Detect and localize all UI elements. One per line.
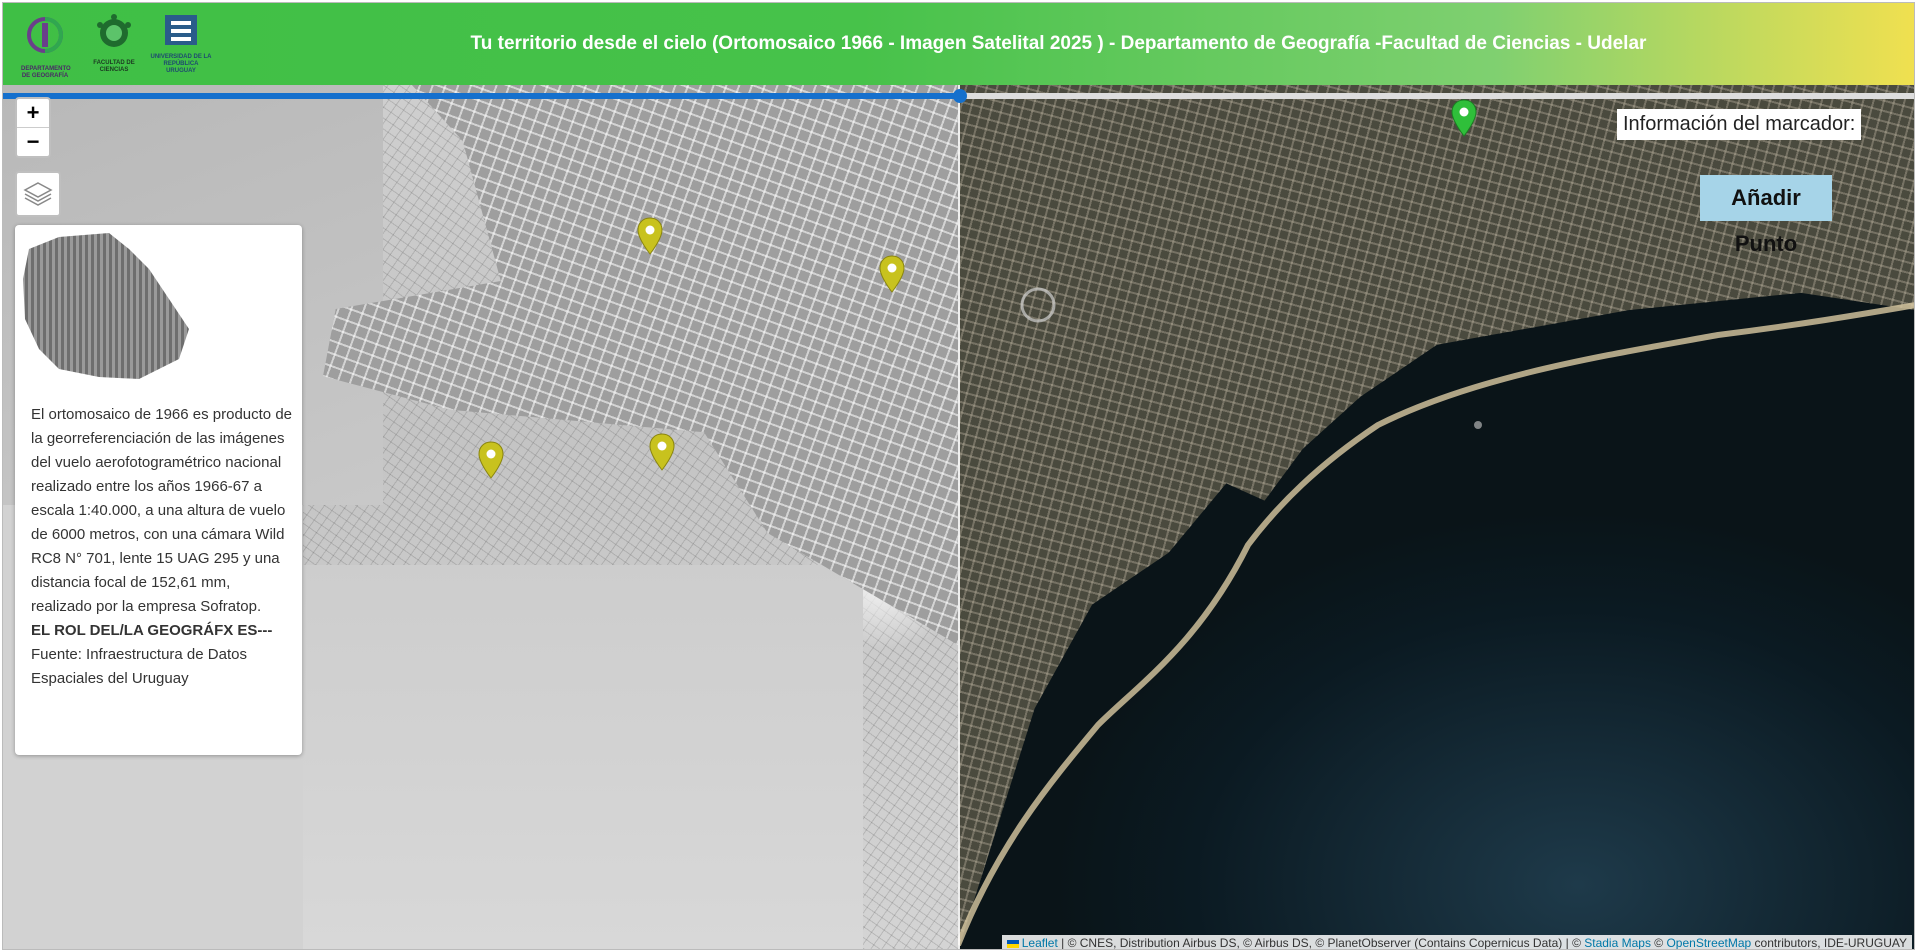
- logo-caption: DEPARTAMENTO DE GEOGRAFÍA: [21, 66, 71, 79]
- source-text: Fuente: Infraestructura de Datos Espacia…: [31, 646, 247, 687]
- attribution-text: ©: [1650, 936, 1667, 950]
- zoom-control: + −: [15, 97, 51, 158]
- leaflet-link[interactable]: Leaflet: [1022, 936, 1058, 949]
- city-area: [323, 85, 958, 645]
- openstreetmap-link[interactable]: OpenStreetMap: [1666, 936, 1751, 949]
- info-panel: El ortomosaico de 1966 es producto de la…: [15, 225, 302, 755]
- zoom-out-button[interactable]: −: [17, 128, 49, 156]
- departamento-geografia-logo: DEPARTAMENTO DE GEOGRAFÍA: [21, 11, 71, 79]
- uruguay-map-thumbnail: [23, 233, 189, 379]
- compare-slider-handle[interactable]: [953, 89, 967, 103]
- attribution-text: contributors, IDE-URUGUAY: [1751, 936, 1907, 950]
- map-container[interactable]: + − El ortomosaico de 1966 es producto d…: [3, 85, 1914, 950]
- logo-caption: FACULTAD DE CIENCIAS: [93, 60, 135, 73]
- marker-info-label: Información del marcador:: [1617, 109, 1862, 140]
- river-area: [303, 565, 863, 949]
- stadia-maps-link[interactable]: Stadia Maps: [1584, 936, 1651, 949]
- map-marker-yellow[interactable]: [478, 441, 504, 479]
- compare-divider[interactable]: [958, 85, 960, 949]
- attribution-text: | © CNES, Distribution Airbus DS, © Airb…: [1057, 936, 1585, 950]
- compare-slider-fill: [3, 93, 960, 99]
- add-point-button[interactable]: Añadir Punto: [1700, 175, 1832, 256]
- rol-geografx-heading: EL ROL DEL/LA GEOGRÁFX ES---: [31, 622, 273, 639]
- facultad-ciencias-logo: FACULTAD DE CIENCIAS: [91, 11, 137, 77]
- zoom-in-button[interactable]: +: [17, 99, 49, 128]
- map-marker-yellow[interactable]: [649, 433, 675, 471]
- ukraine-flag-icon: [1006, 939, 1019, 948]
- info-text: El ortomosaico de 1966 es producto de la…: [31, 403, 293, 691]
- logo-caption: UNIVERSIDAD DE LA REPÚBLICA URUGUAY: [150, 54, 212, 74]
- map-attribution: Leaflet | © CNES, Distribution Airbus DS…: [1001, 935, 1912, 950]
- map-marker-yellow[interactable]: [637, 217, 663, 255]
- map-marker-yellow[interactable]: [879, 255, 905, 293]
- map-marker-green[interactable]: [1451, 99, 1477, 137]
- universidad-republica-logo: UNIVERSIDAD DE LA REPÚBLICA URUGUAY: [149, 11, 213, 77]
- app-frame: DEPARTAMENTO DE GEOGRAFÍA FACULTAD DE CI…: [2, 2, 1915, 950]
- layers-icon: [23, 182, 53, 206]
- ortomosaico-description: El ortomosaico de 1966 es producto de la…: [31, 406, 292, 615]
- header-bar: DEPARTAMENTO DE GEOGRAFÍA FACULTAD DE CI…: [3, 3, 1914, 85]
- page-title: Tu territorio desde el cielo (Ortomosaic…: [470, 33, 1647, 54]
- layers-control[interactable]: [15, 171, 61, 217]
